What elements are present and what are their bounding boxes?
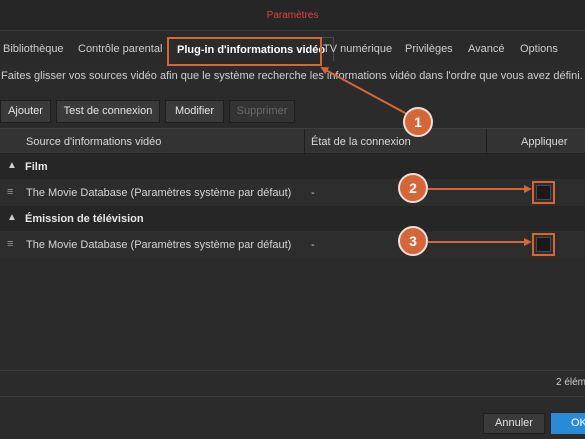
column-state[interactable]: État de la connexion <box>311 136 411 148</box>
divider <box>0 396 585 397</box>
ok-button[interactable]: OK <box>551 413 585 434</box>
tab-parental-control[interactable]: Contrôle parental <box>78 43 162 55</box>
cancel-button[interactable]: Annuler <box>483 413 545 434</box>
column-apply[interactable]: Appliquer <box>521 136 567 148</box>
group-header-tv-shows[interactable]: ▲ Émission de télévision <box>0 207 585 231</box>
tab-video-info-plugin[interactable]: Plug-in d'informations vidéo <box>168 37 335 61</box>
connection-state: - <box>311 187 315 199</box>
table-row[interactable]: ≡ The Movie Database (Paramètres système… <box>0 231 585 259</box>
group-label: Film <box>25 161 48 173</box>
window-title: Paramètres <box>266 10 319 21</box>
group-header-film[interactable]: ▲ Film <box>0 155 585 179</box>
group-label: Émission de télévision <box>25 213 144 225</box>
column-divider <box>486 129 487 155</box>
tab-library[interactable]: Bibliothèque <box>3 43 64 55</box>
tab-bar: Bibliothèque Contrôle parental Plug-in d… <box>0 31 585 65</box>
description-text: Faites glisser vos sources vidéo afin qu… <box>1 70 583 82</box>
tab-advanced[interactable]: Avancé <box>468 43 505 55</box>
divider <box>0 370 585 371</box>
source-name: The Movie Database (Paramètres système p… <box>26 187 292 199</box>
table-row[interactable]: ≡ The Movie Database (Paramètres système… <box>0 179 585 207</box>
item-count: 2 élém <box>556 377 585 388</box>
drag-handle-icon[interactable]: ≡ <box>7 238 13 250</box>
chevron-up-icon[interactable]: ▲ <box>7 160 17 171</box>
annotation-badge-3: 3 <box>398 226 428 256</box>
empty-list-area <box>0 258 585 370</box>
annotation-badge-2: 2 <box>398 173 428 203</box>
tab-privileges[interactable]: Privilèges <box>405 43 453 55</box>
delete-button: Supprimer <box>229 100 295 123</box>
tab-digital-tv[interactable]: TV numérique <box>323 43 392 55</box>
source-name: The Movie Database (Paramètres système p… <box>26 239 292 251</box>
add-button[interactable]: Ajouter <box>0 100 51 123</box>
apply-checkbox[interactable] <box>536 237 551 252</box>
annotation-badge-1: 1 <box>403 107 433 137</box>
table-header: Source d'informations vidéo État de la c… <box>0 128 585 155</box>
apply-checkbox[interactable] <box>536 185 551 200</box>
connection-state: - <box>311 239 315 251</box>
edit-button[interactable]: Modifier <box>165 100 224 123</box>
test-connection-button[interactable]: Test de connexion <box>56 100 160 123</box>
tab-options[interactable]: Options <box>520 43 558 55</box>
chevron-up-icon[interactable]: ▲ <box>7 212 17 223</box>
column-divider <box>304 129 305 155</box>
drag-handle-icon[interactable]: ≡ <box>7 186 13 198</box>
column-source[interactable]: Source d'informations vidéo <box>26 136 161 148</box>
title-bar: Paramètres <box>0 0 585 31</box>
